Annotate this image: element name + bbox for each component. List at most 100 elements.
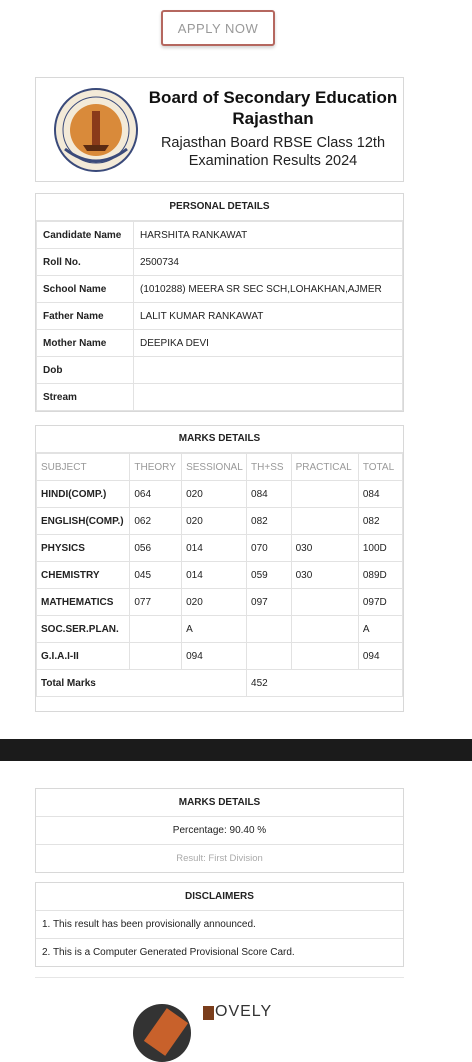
subject-name: CHEMISTRY bbox=[35, 561, 131, 589]
subject-name: SOC.SER.PLAN. bbox=[35, 615, 131, 643]
marks-cell: 097 bbox=[246, 588, 292, 616]
board-seal-logo bbox=[54, 88, 138, 172]
marks-cell: 020 bbox=[181, 480, 248, 508]
marks-row: G.I.A.I-II 094 094 bbox=[35, 642, 404, 670]
marks-cell bbox=[290, 480, 359, 508]
result-division-text: Result: First Division bbox=[176, 853, 263, 864]
personal-row: Father Name LALIT KUMAR RANKAWAT bbox=[36, 302, 403, 330]
total-marks-label: Total Marks bbox=[35, 669, 248, 697]
subject-name: G.I.A.I-II bbox=[35, 642, 131, 670]
marks-cell bbox=[290, 588, 359, 616]
marks-cell: 020 bbox=[181, 588, 248, 616]
marks-cell bbox=[290, 507, 359, 535]
personal-row: Candidate Name HARSHITA RANKAWAT bbox=[36, 221, 403, 249]
marks-details-heading: MARKS DETAILS bbox=[36, 426, 403, 453]
total-marks-row: Total Marks 452 bbox=[35, 669, 403, 697]
marks-cell: 030 bbox=[290, 534, 359, 562]
marks-cell: 045 bbox=[129, 561, 183, 589]
personal-value: (1010288) MEERA SR SEC SCH,LOHAKHAN,AJME… bbox=[133, 275, 403, 303]
board-title: Board of Secondary Education Rajasthan bbox=[148, 88, 398, 128]
disclaimers-heading: DISCLAIMERS bbox=[36, 883, 403, 911]
marks-cell: 082 bbox=[246, 507, 292, 535]
personal-value: DEEPIKA DEVI bbox=[133, 329, 403, 357]
personal-row: Mother Name DEEPIKA DEVI bbox=[36, 329, 403, 357]
marks-cell bbox=[290, 615, 359, 643]
marks-cell: 094 bbox=[181, 642, 248, 670]
section-divider bbox=[35, 977, 404, 978]
marks-cell bbox=[246, 615, 292, 643]
marks-column-header: TH+SS bbox=[246, 453, 292, 481]
subject-name: HINDI(COMP.) bbox=[35, 480, 131, 508]
marks-row: HINDI(COMP.) 064 020 084 084 bbox=[35, 480, 404, 508]
total-marks-value: 452 bbox=[246, 669, 403, 697]
marks-row: ENGLISH(COMP.) 062 020 082 082 bbox=[35, 507, 404, 535]
marks-cell: 070 bbox=[246, 534, 292, 562]
personal-row: School Name (1010288) MEERA SR SEC SCH,LO… bbox=[36, 275, 403, 303]
marks-cell: 084 bbox=[246, 480, 292, 508]
marks-cell bbox=[129, 642, 183, 670]
marks-cell bbox=[290, 642, 359, 670]
marks-cell: A bbox=[181, 615, 248, 643]
disclaimers-card: DISCLAIMERS 1. This result has been prov… bbox=[35, 882, 404, 967]
exam-subtitle: Rajasthan Board RBSE Class 12th Examinat… bbox=[160, 135, 386, 169]
personal-label: Stream bbox=[36, 383, 134, 411]
marks-column-header: SUBJECT bbox=[35, 453, 131, 481]
marks-row: SOC.SER.PLAN. A A bbox=[35, 615, 404, 643]
marks-details-card: MARKS DETAILS SUBJECT THEORY SESSIONAL TH+S… bbox=[35, 425, 404, 712]
black-divider-band bbox=[0, 739, 472, 761]
marks-cell: 097D bbox=[357, 588, 404, 616]
brand-logo bbox=[133, 1004, 191, 1062]
personal-row: Dob bbox=[36, 356, 403, 384]
disclaimer-item: 2. This is a Computer Generated Provisio… bbox=[42, 947, 295, 958]
brand-text: OVELY bbox=[215, 1003, 273, 1020]
disclaimer-item: 1. This result has been provisionally an… bbox=[36, 911, 403, 939]
marks-table: SUBJECT THEORY SESSIONAL TH+SS PRACTICAL TOTA… bbox=[35, 453, 404, 697]
personal-label: Father Name bbox=[36, 302, 134, 330]
marks-cell: 084 bbox=[357, 480, 404, 508]
percentage-text: Percentage: 90.40 % bbox=[36, 817, 403, 845]
marks-cell: 014 bbox=[181, 561, 248, 589]
result-summary-card: MARKS DETAILS Percentage: 90.40 % Result… bbox=[35, 788, 404, 873]
marks-cell: 020 bbox=[181, 507, 248, 535]
marks-column-header: PRACTICAL bbox=[290, 453, 359, 481]
marks-cell: 062 bbox=[129, 507, 183, 535]
marks-cell bbox=[246, 642, 292, 670]
personal-label: School Name bbox=[36, 275, 134, 303]
personal-value: LALIT KUMAR RANKAWAT bbox=[133, 302, 403, 330]
brand-mark bbox=[203, 1006, 214, 1020]
apply-now-button[interactable]: APPLY NOW bbox=[161, 10, 275, 46]
marks-column-header: TOTAL bbox=[357, 453, 404, 481]
personal-row: Stream bbox=[36, 383, 403, 411]
marks-cell: A bbox=[357, 615, 404, 643]
personal-details-card: PERSONAL DETAILS Candidate Name HARSHITA … bbox=[35, 193, 404, 412]
personal-value: HARSHITA RANKAWAT bbox=[133, 221, 403, 249]
personal-details-table: Candidate Name HARSHITA RANKAWAT Roll No. 2… bbox=[36, 221, 403, 411]
subject-name: ENGLISH(COMP.) bbox=[35, 507, 131, 535]
marks-row: MATHEMATICS 077 020 097 097D bbox=[35, 588, 404, 616]
marks-cell: 094 bbox=[357, 642, 404, 670]
summary-heading: MARKS DETAILS bbox=[36, 789, 403, 817]
marks-cell: 030 bbox=[290, 561, 359, 589]
subject-name: PHYSICS bbox=[35, 534, 131, 562]
personal-row: Roll No. 2500734 bbox=[36, 248, 403, 276]
marks-cell: 077 bbox=[129, 588, 183, 616]
personal-value: 2500734 bbox=[133, 248, 403, 276]
personal-label: Candidate Name bbox=[36, 221, 134, 249]
marks-cell: 059 bbox=[246, 561, 292, 589]
subject-name: MATHEMATICS bbox=[35, 588, 131, 616]
marks-cell: 014 bbox=[181, 534, 248, 562]
personal-value bbox=[133, 356, 403, 384]
marks-cell: 100D bbox=[357, 534, 404, 562]
personal-label: Dob bbox=[36, 356, 134, 384]
marks-column-header: SESSIONAL bbox=[181, 453, 248, 481]
personal-value bbox=[133, 383, 403, 411]
marks-cell: 056 bbox=[129, 534, 183, 562]
result-header: Board of Secondary Education Rajasthan R… bbox=[35, 77, 404, 182]
personal-label: Mother Name bbox=[36, 329, 134, 357]
personal-details-heading: PERSONAL DETAILS bbox=[36, 194, 403, 221]
marks-cell bbox=[129, 615, 183, 643]
marks-cell: 089D bbox=[357, 561, 404, 589]
marks-column-header: THEORY bbox=[129, 453, 183, 481]
marks-row: CHEMISTRY 045 014 059 030 089D bbox=[35, 561, 404, 589]
marks-row: PHYSICS 056 014 070 030 100D bbox=[35, 534, 404, 562]
